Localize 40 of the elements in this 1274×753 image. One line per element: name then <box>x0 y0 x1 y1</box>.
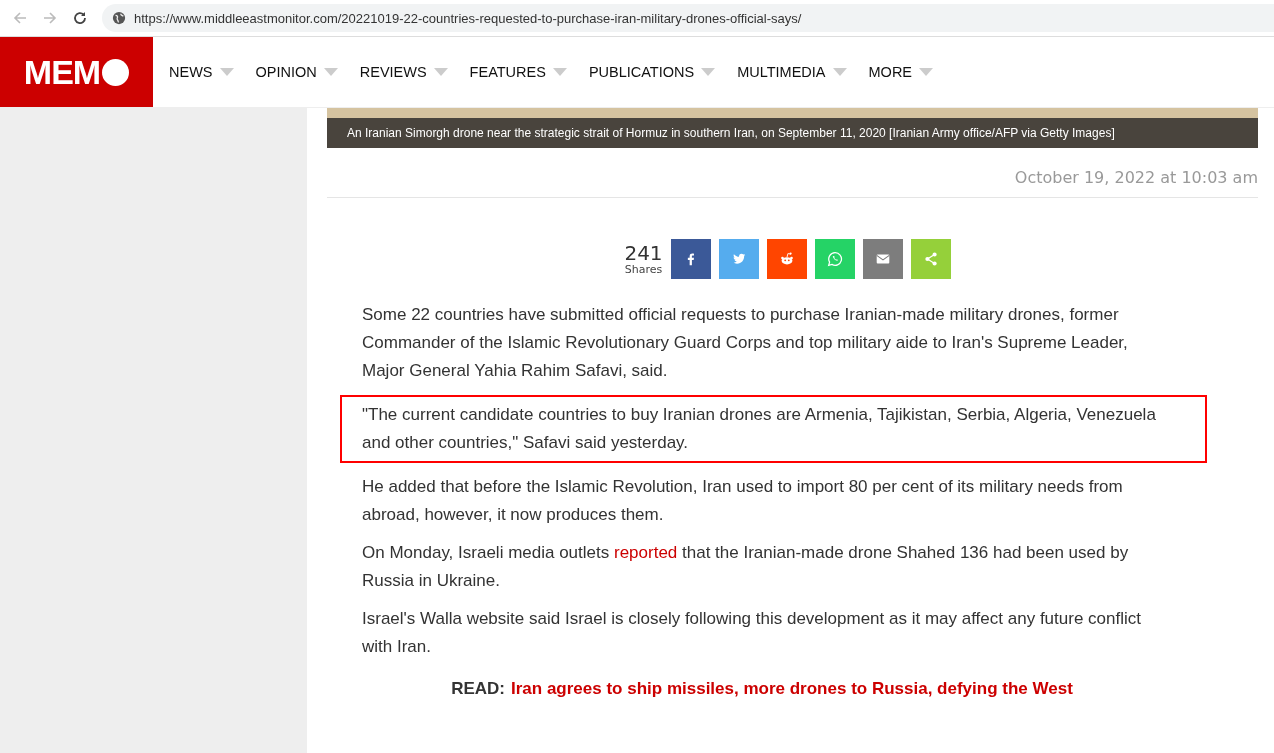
caret-icon <box>701 68 716 76</box>
url-text: https://www.middleeastmonitor.com/20221019-22-countries-requested-to-purchase-iran-military-drones-official-says/ <box>134 10 802 26</box>
nav-menu-item[interactable]: NEWS <box>169 64 234 80</box>
whatsapp-share-button[interactable] <box>814 239 855 279</box>
nav-menu-item[interactable]: FEATURES <box>469 64 567 80</box>
nav-menu-item[interactable]: OPINION <box>255 64 338 80</box>
nav-menu-item[interactable]: MULTIMEDIA <box>737 64 847 80</box>
read-label: READ: <box>451 679 505 698</box>
article-paragraph: He added that before the Islamic Revolution, Iran used to import 80 per cent of its military needs from abroad, however, it now produces them. <box>362 476 1124 526</box>
caret-icon <box>832 68 847 76</box>
email-share-button[interactable] <box>862 239 903 279</box>
address-bar[interactable]: https://www.middleeastmonitor.com/20221019-22-countries-requested-to-purchase-iran-military-drones-official-says/ <box>102 4 1274 32</box>
article-paragraph: Some 22 countries have submitted official requests to purchase Iranian-made military drones, former Commander of the Islamic Revolutionary Guard Corps and top military aide to Iran's Supreme Leader, Major General Yahia Rahim Safavi, said. <box>362 304 1129 382</box>
twitter-share-button[interactable] <box>718 239 759 279</box>
whatsapp-icon <box>825 250 844 268</box>
caret-icon <box>552 68 567 76</box>
reload-icon[interactable] <box>72 10 88 26</box>
back-arrow-icon[interactable] <box>12 10 28 26</box>
share-label: Shares <box>624 262 663 276</box>
caret-icon <box>219 68 234 76</box>
nav-menu-item[interactable]: REVIEWS <box>359 64 448 80</box>
nav-menu-item[interactable]: PUBLICATIONS <box>588 64 716 80</box>
caret-icon <box>323 68 338 76</box>
article-paragraph: On Monday, Israeli media outlets reported that the Iranian-made drone Shahed 136 had been used by Russia in Ukraine. <box>362 542 1130 592</box>
caret-icon <box>433 68 448 76</box>
article-link[interactable]: reported <box>614 543 678 562</box>
article-paragraph: Israel's Walla website said Israel is closely following this development as it may affect any future conflict with Iran. <box>362 608 1142 658</box>
share-count: 241 <box>624 242 663 263</box>
share-share-button[interactable] <box>910 239 951 279</box>
caret-icon <box>919 68 934 76</box>
article-date: October 19, 2022 at 10:03 am <box>1014 168 1258 187</box>
photo-caption: An Iranian Simorgh drone near the strategic strait of Hormuz in southern Iran, on September 11, 2020 [Iranian Army office/AFP via Getty Images] <box>327 118 1258 148</box>
site-logo[interactable]: MEM <box>0 37 153 107</box>
forward-arrow-icon[interactable] <box>42 10 58 26</box>
related-article-link[interactable]: Iran agrees to ship missiles, more drones to Russia, defying the West <box>511 679 1073 698</box>
article-paragraph: "The current candidate countries to buy Iranian drones are Armenia, Tajikistan, Serbia, Algeria, Venezuela and other countries," Safavi said yesterday. <box>340 395 1207 463</box>
nav-menu-item[interactable]: MORE <box>868 64 934 80</box>
facebook-share-button[interactable] <box>670 239 711 279</box>
globe-icon <box>112 11 126 25</box>
reddit-share-button[interactable] <box>766 239 807 279</box>
